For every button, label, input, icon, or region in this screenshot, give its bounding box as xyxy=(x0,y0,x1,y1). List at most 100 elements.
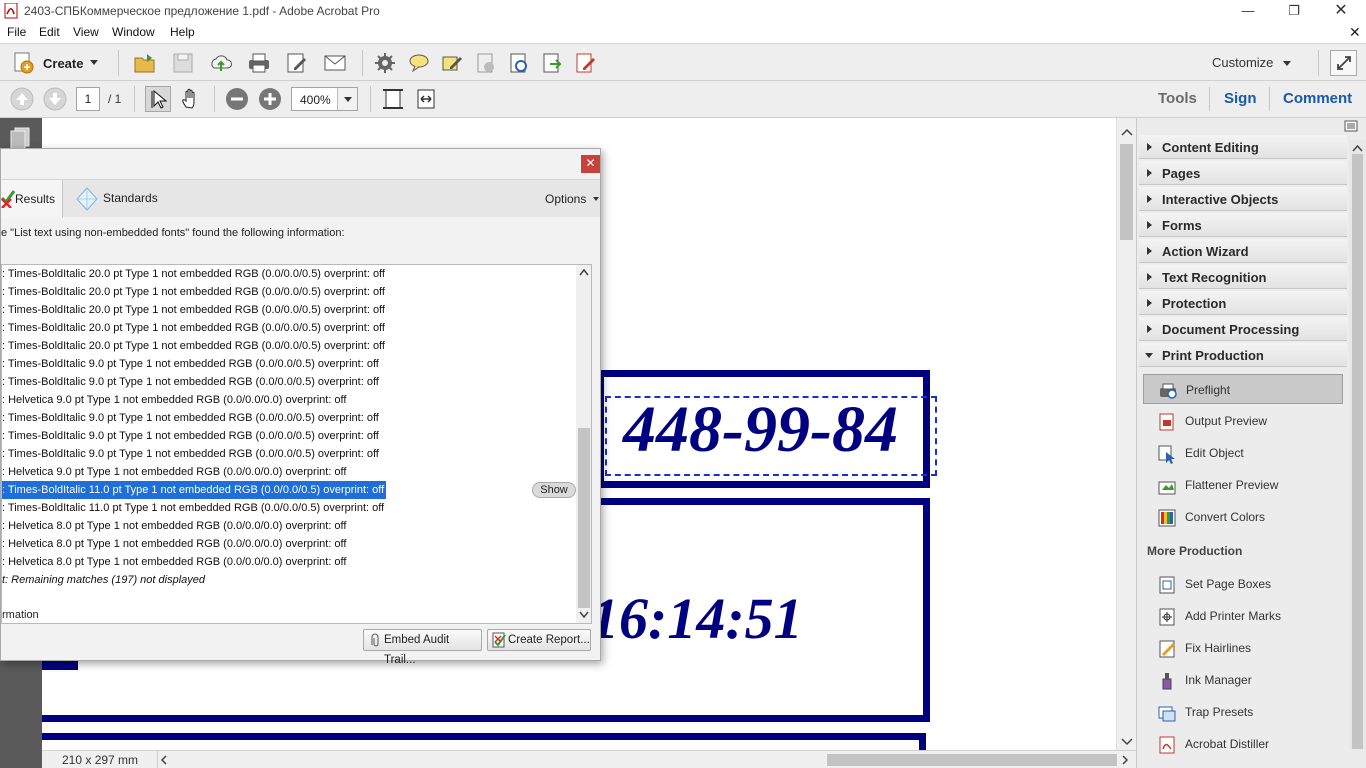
tools-pane-scrollbar[interactable] xyxy=(1349,140,1366,750)
previous-page-icon[interactable] xyxy=(10,87,34,111)
tool-convert-colors[interactable]: Convert Colors xyxy=(1143,502,1343,532)
restore-button[interactable]: ❐ xyxy=(1271,0,1317,22)
tab-results[interactable]: Results xyxy=(1,180,63,218)
email-icon[interactable] xyxy=(323,51,347,75)
tool-trap-presets[interactable]: Trap Presets xyxy=(1143,697,1343,727)
minimize-button[interactable]: — xyxy=(1225,0,1271,22)
document-vertical-scrollbar[interactable] xyxy=(1116,118,1136,750)
result-row[interactable]: : Times-BoldItalic 20.0 pt Type 1 not em… xyxy=(2,283,576,301)
result-row[interactable]: : Times-BoldItalic 11.0 pt Type 1 not em… xyxy=(2,499,576,517)
embed-audit-trail-button[interactable]: Embed Audit Trail... xyxy=(363,629,482,666)
menu-file[interactable]: File xyxy=(7,25,26,39)
edit-document-icon[interactable] xyxy=(285,51,309,75)
horizontal-scrollbar-thumb[interactable] xyxy=(827,754,1117,766)
result-row[interactable]: : Times-BoldItalic 20.0 pt Type 1 not em… xyxy=(2,337,576,355)
dialog-close-button[interactable]: ✕ xyxy=(581,155,600,173)
scrollbar-thumb[interactable] xyxy=(1120,144,1133,240)
section-content-editing[interactable]: Content Editing xyxy=(1139,135,1347,159)
tool-edit-object[interactable]: Edit Object xyxy=(1143,438,1343,468)
pane-options-icon[interactable] xyxy=(1344,120,1358,132)
customize-label[interactable]: Customize xyxy=(1212,55,1273,70)
zoom-out-icon[interactable] xyxy=(225,87,249,111)
menu-edit[interactable]: Edit xyxy=(39,25,60,39)
results-list-scrollbar[interactable] xyxy=(576,265,591,623)
tool-preflight[interactable]: Preflight xyxy=(1143,374,1343,404)
tool-acrobat-distiller[interactable]: Acrobat Distiller xyxy=(1143,729,1343,759)
gear-icon[interactable] xyxy=(373,51,397,75)
tool-output-preview[interactable]: Output Preview xyxy=(1143,406,1343,436)
zoom-in-icon[interactable] xyxy=(258,87,282,111)
page-thumbnails-icon[interactable] xyxy=(8,126,32,150)
comment-pane-tab[interactable]: Comment xyxy=(1283,90,1352,107)
results-list[interactable]: : Times-BoldItalic 20.0 pt Type 1 not em… xyxy=(1,264,592,624)
scroll-up-arrow-icon[interactable] xyxy=(579,268,589,276)
tab-standards[interactable]: Standards xyxy=(65,180,165,218)
section-protection[interactable]: Protection xyxy=(1139,291,1347,315)
result-row[interactable]: : Times-BoldItalic 9.0 pt Type 1 not emb… xyxy=(2,445,576,463)
page-number-input[interactable]: 1 xyxy=(76,87,100,111)
result-row[interactable]: : Helvetica 8.0 pt Type 1 not embedded R… xyxy=(2,553,576,571)
menu-window[interactable]: Window xyxy=(112,25,155,39)
tools-pane-tab[interactable]: Tools xyxy=(1158,90,1197,107)
options-menu[interactable]: Options xyxy=(545,192,601,208)
result-row[interactable]: : Times-BoldItalic 9.0 pt Type 1 not emb… xyxy=(2,373,576,391)
fit-width-icon[interactable] xyxy=(414,87,438,111)
remaining-matches-row[interactable]: t: Remaining matches (197) not displayed xyxy=(2,571,576,589)
section-text-recognition[interactable]: Text Recognition xyxy=(1139,265,1347,289)
result-row[interactable]: : Helvetica 8.0 pt Type 1 not embedded R… xyxy=(2,535,576,553)
result-row[interactable]: : Helvetica 9.0 pt Type 1 not embedded R… xyxy=(2,391,576,409)
result-row[interactable]: : Helvetica 9.0 pt Type 1 not embedded R… xyxy=(2,463,576,481)
scroll-right-arrow-icon[interactable] xyxy=(1121,755,1129,765)
result-row[interactable]: : Times-BoldItalic 20.0 pt Type 1 not em… xyxy=(2,301,576,319)
tool-flattener-preview[interactable]: Flattener Preview xyxy=(1143,470,1343,500)
fit-page-icon[interactable] xyxy=(381,87,405,111)
scroll-up-arrow-icon[interactable] xyxy=(1121,128,1133,136)
upload-cloud-icon[interactable] xyxy=(209,51,233,75)
section-print-production[interactable]: Print Production xyxy=(1139,343,1347,367)
highlight-icon[interactable] xyxy=(440,51,464,75)
result-row[interactable]: : Times-BoldItalic 9.0 pt Type 1 not emb… xyxy=(2,409,576,427)
close-document-button[interactable]: ✕ xyxy=(1349,24,1361,41)
scrollbar-thumb[interactable] xyxy=(578,428,590,608)
select-tool-button[interactable] xyxy=(145,86,171,112)
tool-fix-hairlines[interactable]: Fix Hairlines xyxy=(1143,633,1343,663)
menu-view[interactable]: View xyxy=(73,25,99,39)
zoom-select[interactable]: 400% xyxy=(291,87,358,111)
section-interactive-objects[interactable]: Interactive Objects xyxy=(1139,187,1347,211)
comment-bubble-icon[interactable] xyxy=(407,51,431,75)
full-screen-button[interactable] xyxy=(1330,50,1357,76)
result-row[interactable]: : Times-BoldItalic 9.0 pt Type 1 not emb… xyxy=(2,355,576,373)
redact-icon[interactable] xyxy=(474,51,498,75)
scroll-down-arrow-icon[interactable] xyxy=(1121,738,1133,746)
create-button[interactable]: Create xyxy=(10,50,102,76)
close-window-button[interactable]: ✕ xyxy=(1318,0,1364,22)
menu-help[interactable]: Help xyxy=(170,25,195,39)
zoom-dropdown-button[interactable] xyxy=(337,88,357,110)
section-document-processing[interactable]: Document Processing xyxy=(1139,317,1347,341)
result-row[interactable]: : Helvetica 8.0 pt Type 1 not embedded R… xyxy=(2,517,576,535)
export-document-icon[interactable] xyxy=(540,51,564,75)
print-icon[interactable] xyxy=(247,51,271,75)
fill-sign-icon[interactable] xyxy=(573,51,597,75)
tool-ink-manager[interactable]: Ink Manager xyxy=(1143,665,1343,695)
section-action-wizard[interactable]: Action Wizard xyxy=(1139,239,1347,263)
section-forms[interactable]: Forms xyxy=(1139,213,1347,237)
scroll-down-arrow-icon[interactable] xyxy=(579,611,589,619)
section-pages[interactable]: Pages xyxy=(1139,161,1347,185)
show-button[interactable]: Show xyxy=(532,482,576,498)
hand-tool-icon[interactable] xyxy=(179,87,203,111)
result-row[interactable]: : Times-BoldItalic 11.0 pt Type 1 not em… xyxy=(2,481,576,499)
scrollbar-thumb[interactable] xyxy=(1352,154,1363,749)
result-row[interactable]: : Times-BoldItalic 9.0 pt Type 1 not emb… xyxy=(2,427,576,445)
scroll-left-arrow-icon[interactable] xyxy=(160,755,168,765)
tool-set-page-boxes[interactable]: Set Page Boxes xyxy=(1143,569,1343,599)
result-row[interactable]: : Times-BoldItalic 20.0 pt Type 1 not em… xyxy=(2,319,576,337)
open-folder-icon[interactable] xyxy=(133,51,157,75)
protect-document-icon[interactable] xyxy=(507,51,531,75)
tool-add-printer-marks[interactable]: Add Printer Marks xyxy=(1143,601,1343,631)
save-icon[interactable] xyxy=(171,51,195,75)
next-page-icon[interactable] xyxy=(43,87,67,111)
chevron-down-icon[interactable] xyxy=(1283,61,1291,66)
create-report-button[interactable]: Create Report... xyxy=(487,629,591,651)
sign-pane-tab[interactable]: Sign xyxy=(1224,90,1257,107)
